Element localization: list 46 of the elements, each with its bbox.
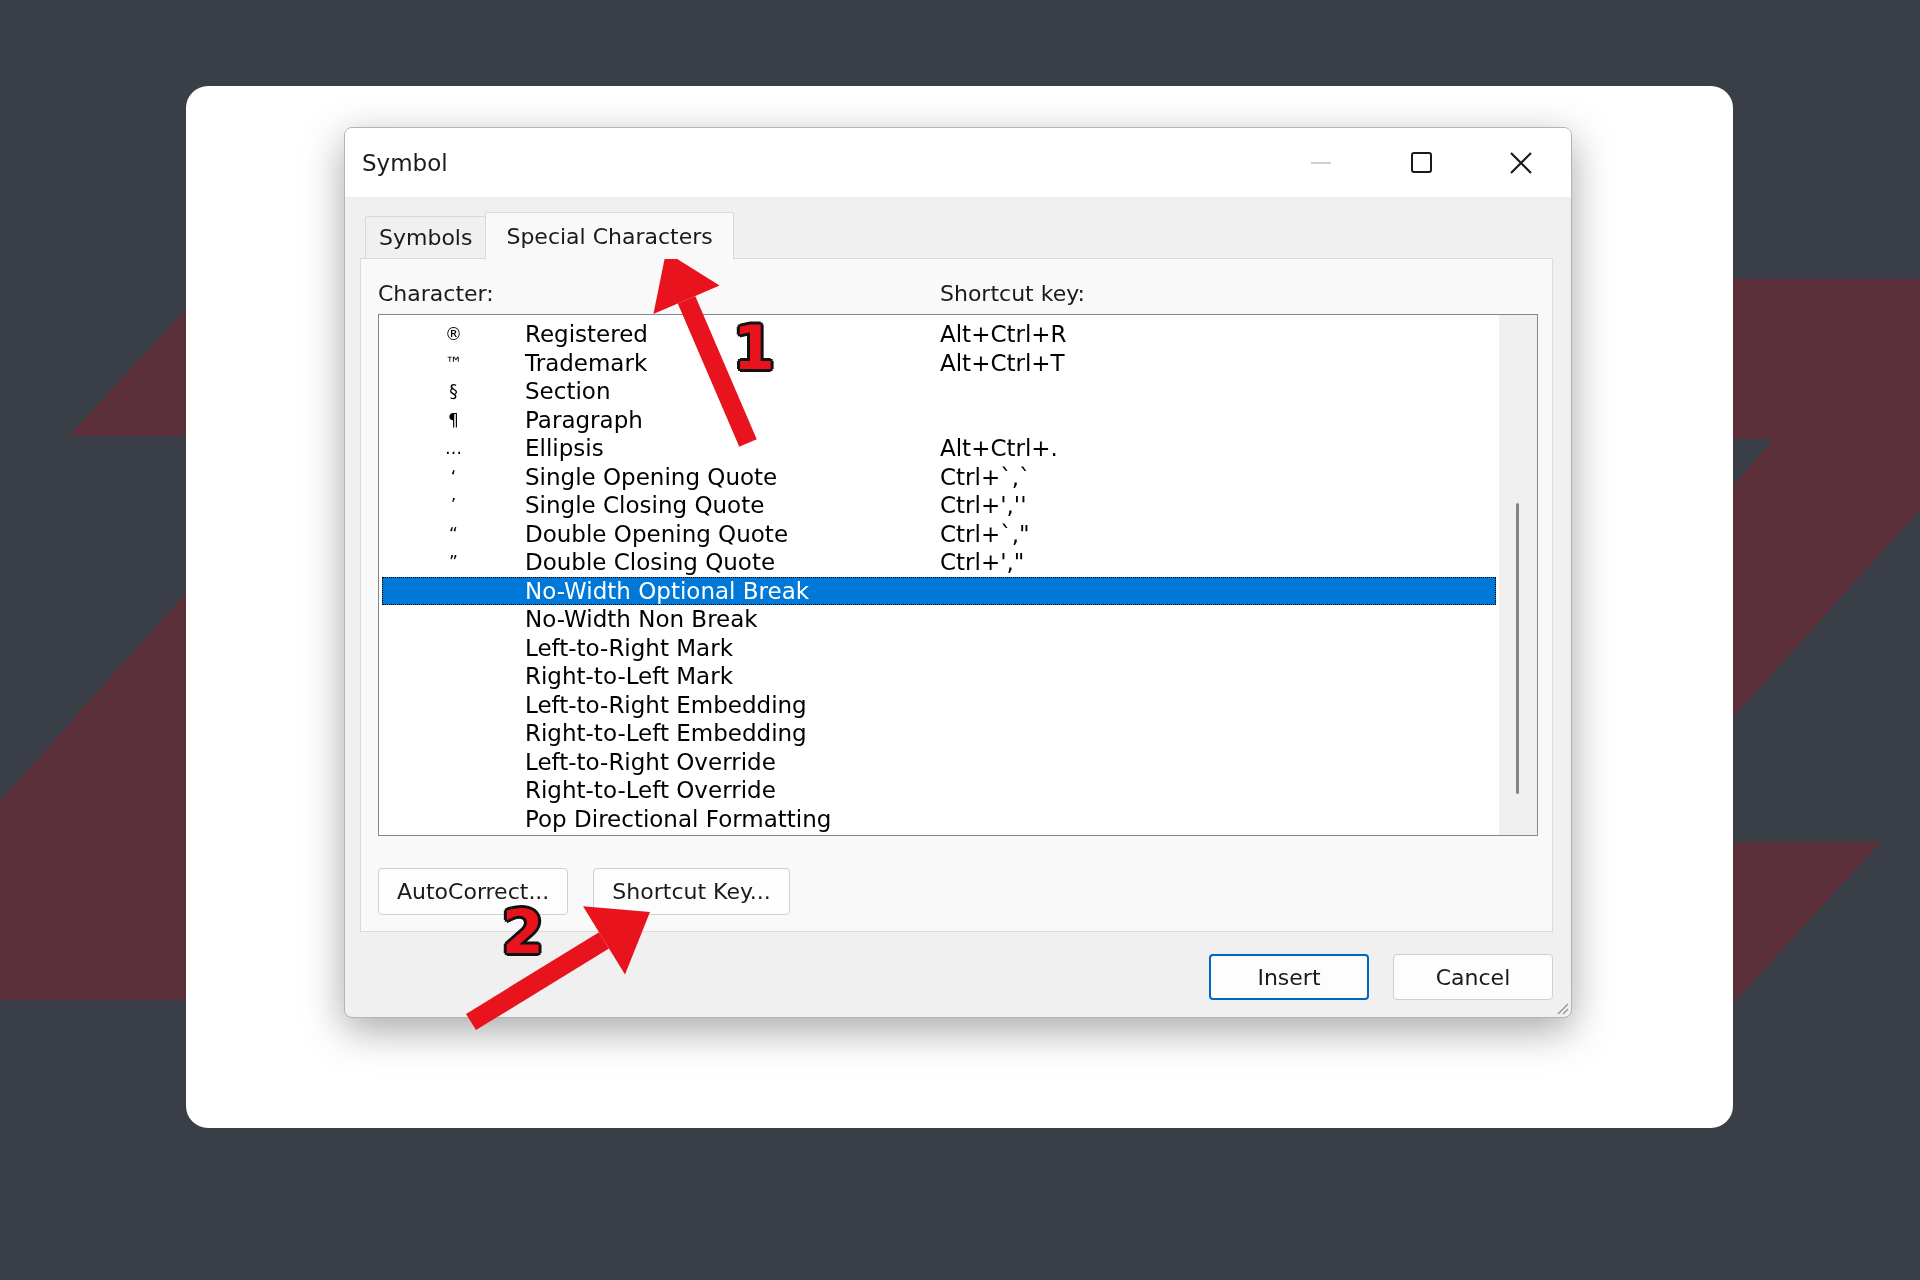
character-name[interactable]: Left-to-Right Override — [525, 747, 776, 776]
character-name[interactable]: Double Closing Quote — [525, 548, 776, 577]
character-name[interactable]: Single Closing Quote — [525, 491, 765, 520]
shortcut-key: Ctrl+'," — [940, 548, 1025, 577]
symbol-char: ¶ — [448, 408, 459, 432]
character-name[interactable]: Left-to-Right Mark — [525, 633, 733, 662]
character-name[interactable]: Registered — [525, 320, 648, 349]
character-name[interactable]: No-Width Non Break — [525, 605, 758, 634]
dialog-button[interactable]: Cancel — [1393, 954, 1553, 1000]
character-name[interactable]: Paragraph — [525, 405, 643, 434]
symbol-char: ™ — [445, 351, 462, 375]
character-name[interactable]: Right-to-Left Mark — [525, 662, 733, 691]
shortcut-key: Alt+Ctrl+T — [940, 348, 1065, 377]
shortcut-key: Ctrl+','' — [940, 491, 1027, 520]
column-header: Character: — [378, 281, 494, 308]
resize-grip-icon[interactable] — [1557, 1003, 1569, 1015]
character-name[interactable]: Trademark — [525, 348, 648, 377]
character-name[interactable]: Ellipsis — [525, 434, 604, 463]
scrollbar-thumb[interactable] — [1516, 503, 1519, 794]
dialog-button[interactable]: Insert — [1209, 954, 1369, 1000]
character-name[interactable]: Pop Directional Formatting — [525, 804, 832, 833]
character-name[interactable]: Right-to-Left Embedding — [525, 719, 807, 748]
character-name[interactable]: Section — [525, 377, 611, 406]
action-button[interactable]: Shortcut Key... — [593, 868, 790, 915]
symbol-char: “ — [449, 522, 458, 546]
character-name[interactable]: Right-to-Left Override — [525, 776, 776, 805]
shortcut-key: Alt+Ctrl+R — [940, 320, 1067, 349]
step-number: 1 — [733, 324, 775, 372]
symbol-char: ® — [445, 323, 462, 347]
shortcut-key: Alt+Ctrl+. — [940, 434, 1058, 463]
character-name[interactable]: Double Opening Quote — [525, 519, 789, 548]
symbol-char: ” — [449, 551, 458, 575]
window-title: Symbol — [361, 149, 448, 176]
symbol-char: … — [445, 437, 462, 461]
column-header: Shortcut key: — [940, 281, 1086, 308]
symbol-char: ‘ — [450, 465, 457, 489]
shortcut-key: Ctrl+`,` — [940, 462, 1031, 491]
character-name[interactable]: Single Opening Quote — [525, 462, 778, 491]
symbol-char: ’ — [450, 494, 457, 518]
character-list[interactable] — [378, 314, 1538, 836]
symbol-char: § — [449, 380, 458, 404]
tab[interactable]: Special Characters — [485, 212, 734, 259]
tab[interactable]: Symbols — [365, 216, 487, 258]
scrollbar[interactable] — [1499, 315, 1537, 835]
shortcut-key: Ctrl+`," — [940, 519, 1030, 548]
character-name[interactable]: Left-to-Right Embedding — [525, 690, 807, 719]
